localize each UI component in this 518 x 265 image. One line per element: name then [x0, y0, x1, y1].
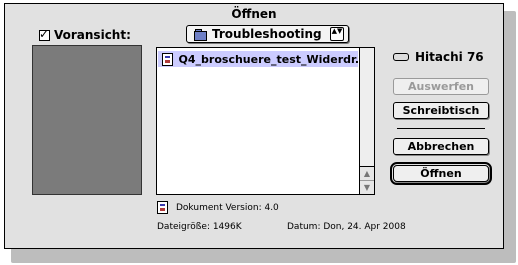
- dialog-title: Öffnen: [231, 7, 277, 21]
- button-divider: [397, 128, 485, 129]
- file-size: Dateigröße: 1496K: [157, 222, 242, 232]
- document-icon: [162, 52, 173, 66]
- open-button[interactable]: Öffnen: [390, 162, 492, 185]
- volume-indicator: Hitachi 76: [393, 50, 484, 64]
- preview-toggle[interactable]: ✓ Voransicht:: [39, 27, 131, 43]
- eject-button[interactable]: Auswerfen: [393, 78, 489, 95]
- desktop-button[interactable]: Schreibtisch: [393, 102, 489, 119]
- checkmark-icon: ✓: [39, 26, 50, 41]
- file-list[interactable]: Q4_broschuere_test_Widerdr... ▲ ▼: [156, 47, 375, 195]
- file-name: Q4_broschuere_test_Widerdr...: [178, 52, 358, 66]
- popup-arrows-icon: ▲▼: [330, 27, 344, 41]
- location-popup-label: Troubleshooting: [212, 27, 322, 41]
- preview-label: Voransicht:: [54, 28, 131, 42]
- file-kind-row: Dokument Version: 4.0: [157, 201, 279, 214]
- file-kind: Dokument Version: 4.0: [176, 202, 279, 213]
- drive-icon: [393, 53, 409, 61]
- preview-checkbox[interactable]: ✓: [39, 26, 50, 41]
- scroll-up-arrow-icon[interactable]: ▲: [360, 166, 374, 180]
- file-date: Datum: Don, 24. Apr 2008: [287, 222, 406, 232]
- location-popup[interactable]: Troubleshooting ▲▼: [186, 25, 349, 43]
- cancel-button[interactable]: Abbrechen: [393, 138, 489, 155]
- folder-icon: [194, 28, 207, 41]
- volume-name: Hitachi 76: [415, 50, 484, 64]
- document-icon: [157, 201, 168, 214]
- preview-pane: [32, 45, 142, 195]
- open-dialog: Öffnen ✓ Voransicht: Troubleshooting ▲▼ …: [4, 3, 504, 249]
- scroll-down-arrow-icon[interactable]: ▼: [360, 180, 374, 194]
- list-item[interactable]: Q4_broschuere_test_Widerdr...: [158, 51, 358, 67]
- vertical-scrollbar[interactable]: ▲ ▼: [359, 48, 374, 194]
